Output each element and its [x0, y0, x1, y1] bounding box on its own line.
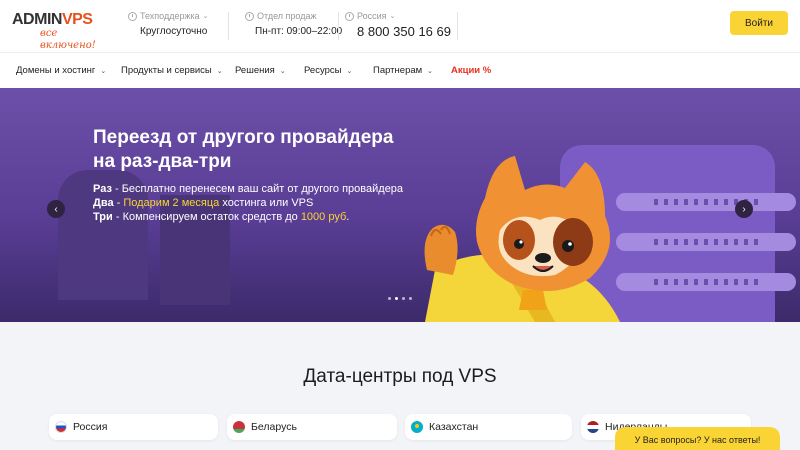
nav-item-partners[interactable]: Партнерам ⌄	[373, 65, 433, 76]
datacenters-title: Дата-центры под VPS	[303, 366, 497, 387]
chevron-down-icon: ⌄	[346, 67, 353, 75]
kz-flag-icon	[411, 421, 423, 433]
sales-info: Отдел продаж Пн-пт: 09:00–22:00	[245, 10, 342, 37]
chevron-right-icon: ›	[742, 203, 746, 215]
hero-point-1: Раз - Бесплатно перенесем ваш сайт от др…	[93, 183, 404, 195]
hero-title: Переезд от другого провайдера на раз-два…	[93, 127, 394, 172]
datacenter-card-kazakhstan[interactable]: Казахстан	[405, 414, 572, 440]
header-divider	[228, 12, 229, 40]
phone-number[interactable]: 8 800 350 16 69	[357, 24, 451, 39]
top-header: ADMINVPS все включено! Техподдержка ⌄ Кру…	[0, 0, 800, 52]
fox-mascot-illustration	[424, 156, 620, 322]
chevron-down-icon: ⌄	[389, 13, 396, 20]
support-info[interactable]: Техподдержка ⌄ Круглосуточно	[128, 10, 209, 37]
datacenter-card-russia[interactable]: Россия	[49, 414, 218, 440]
carousel-dot[interactable]	[409, 297, 412, 300]
sales-hours: Пн-пт: 09:00–22:00	[255, 26, 343, 37]
chevron-down-icon: ⌄	[427, 67, 434, 75]
region-selector[interactable]: Россия ⌄ 8 800 350 16 69	[345, 10, 451, 39]
nav-item-promotions[interactable]: Акции %	[451, 65, 491, 76]
nav-item-domains-hosting[interactable]: Домены и хостинг ⌄	[16, 65, 106, 76]
main-nav: Домены и хостинг ⌄ Продукты и сервисы ⌄ Ре…	[0, 53, 800, 88]
chevron-left-icon: ‹	[54, 203, 58, 215]
header-divider	[457, 12, 458, 40]
ru-flag-icon	[55, 421, 67, 433]
chevron-down-icon: ⌄	[202, 13, 209, 20]
carousel-prev-button[interactable]: ‹	[47, 200, 65, 218]
carousel-next-button[interactable]: ›	[735, 200, 753, 218]
chevron-down-icon: ⌄	[100, 67, 107, 75]
datacenter-card-belarus[interactable]: Беларусь	[227, 414, 397, 440]
logo-tagline: все включено!	[40, 28, 96, 51]
chat-widget-button[interactable]: У Вас вопросы? У нас ответы!	[615, 427, 780, 450]
login-button[interactable]: Войти	[730, 11, 788, 35]
nav-item-products[interactable]: Продукты и сервисы ⌄	[121, 65, 223, 76]
nav-item-resources[interactable]: Ресурсы ⌄	[304, 65, 352, 76]
carousel-dots	[388, 297, 412, 300]
carousel-dot[interactable]	[388, 297, 391, 300]
clock-icon	[128, 11, 137, 21]
header-divider	[338, 12, 339, 40]
chevron-down-icon: ⌄	[216, 67, 223, 75]
support-hours: Круглосуточно	[140, 26, 208, 37]
clock-icon	[245, 11, 254, 21]
clock-icon	[345, 11, 354, 21]
carousel-dot[interactable]	[402, 297, 405, 300]
carousel-dot-active[interactable]	[395, 297, 398, 300]
by-flag-icon	[233, 421, 245, 433]
adminvps-logo[interactable]: ADMINVPS все включено!	[12, 12, 112, 52]
chevron-down-icon: ⌄	[279, 67, 286, 75]
hero-point-3: Три - Компенсируем остаток средств до 10…	[93, 211, 350, 223]
hero-point-2: Два - Подарим 2 месяца хостинга или VPS	[93, 197, 314, 209]
nl-flag-icon	[587, 421, 599, 433]
nav-item-solutions[interactable]: Решения ⌄	[235, 65, 286, 76]
